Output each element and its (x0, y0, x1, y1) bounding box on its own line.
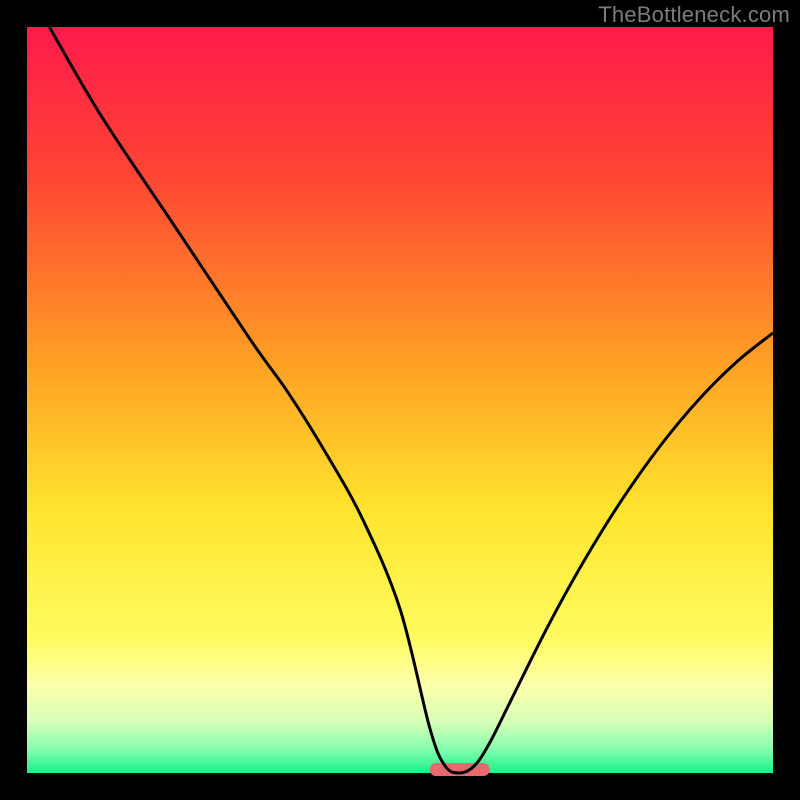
chart-container: TheBottleneck.com (0, 0, 800, 800)
plot-background (27, 27, 773, 773)
bottleneck-chart (0, 0, 800, 800)
watermark-text: TheBottleneck.com (598, 2, 790, 28)
